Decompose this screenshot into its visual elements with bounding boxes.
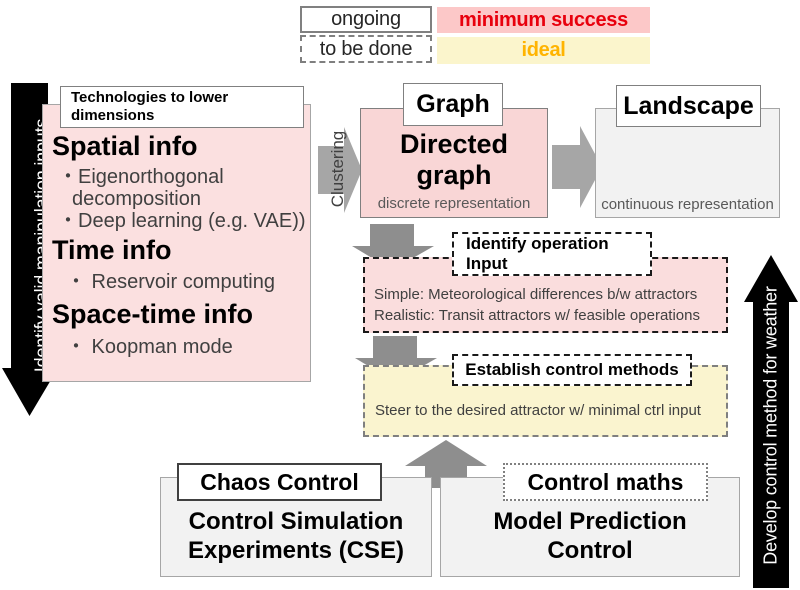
tech-bullet-spatial-2: ・Deep learning (e.g. VAE)) (58, 210, 306, 232)
tech-section-heading-spatial-label: Spatial info (52, 131, 198, 161)
tech-section-heading-time: Time info (52, 235, 172, 266)
legend-goal-minimum-success: minimum success (437, 7, 650, 33)
graph-panel-title-line1: Directed (399, 129, 509, 159)
tech-bullet-spatial-2-label: ・Deep learning (e.g. VAE)) (58, 210, 306, 232)
landscape-panel-caption: continuous representation (595, 196, 780, 213)
tech-section-heading-space-time-label: Space-time info (52, 299, 254, 329)
control-maths-panel-title-line2: Control (547, 536, 633, 564)
graph-panel-title: Directed graph (360, 129, 548, 191)
chaos-control-panel-cap-label: Chaos Control (200, 468, 359, 495)
legend-goal-minimum-success-label: minimum success (459, 8, 628, 31)
tech-bullet-spatial-1: decomposition (72, 188, 201, 210)
legend-status-ongoing: ongoing (300, 6, 432, 33)
chaos-control-panel-title-line1: Control Simulation (188, 508, 404, 535)
legend-goal-ideal-label: ideal (521, 39, 566, 61)
control-methods-panel-cap: Establish control methods (452, 354, 692, 386)
tech-bullet-space-time-0-label: ・ Koopman mode (66, 336, 233, 358)
tech-bullet-time-0: ・ Reservoir computing (66, 271, 275, 293)
landscape-panel-caption-label: continuous representation (601, 196, 774, 213)
clustering-arrow-label: Clustering (328, 119, 348, 219)
graph-panel-cap-label: Graph (416, 90, 490, 118)
operation-panel-line2: Realistic: Transit attractors w/ feasibl… (374, 307, 700, 325)
legend-goal-ideal: ideal (437, 37, 650, 64)
legend-status-to-be-done-label: to be done (319, 37, 413, 60)
operation-panel-cap-line2: Input (466, 254, 508, 273)
control-methods-panel-line1: Steer to the desired attractor w/ minima… (375, 402, 701, 419)
legend: ongoing to be done minimum success ideal (300, 6, 650, 64)
control-maths-panel-title: Model Prediction Control (440, 508, 740, 566)
tech-section-heading-spatial: Spatial info (52, 131, 198, 162)
tech-bullet-spatial-1-label: decomposition (72, 188, 201, 210)
chaos-control-panel-cap: Chaos Control (177, 463, 382, 501)
tech-bullet-spatial-0: ・Eigenorthogonal (58, 166, 224, 188)
diagram-canvas: ongoing to be done minimum success ideal… (0, 0, 800, 590)
technologies-panel-cap-label: Technologies to lower dimensions (71, 89, 229, 124)
tech-bullet-time-0-label: ・ Reservoir computing (66, 271, 275, 293)
graph-panel-caption-label: discrete representation (377, 195, 531, 212)
tech-section-heading-space-time: Space-time info (52, 299, 253, 330)
control-maths-panel-cap: Control maths (503, 463, 708, 501)
legend-status-to-be-done: to be done (300, 35, 432, 63)
legend-status-ongoing-label: ongoing (331, 8, 401, 30)
clustering-arrow-label-text: Clustering (328, 130, 347, 208)
develop-control-method-arrow-label: Develop control method for weather (760, 286, 781, 565)
operation-panel-line1: Simple: Meteorological differences b/w a… (374, 286, 698, 303)
tech-bullet-space-time-0: ・ Koopman mode (66, 336, 233, 358)
operation-panel-cap: Identify operation Input (452, 232, 652, 276)
develop-control-method-arrow: Develop control method for weather (744, 255, 798, 588)
landscape-panel-cap-label: Landscape (623, 91, 754, 120)
chaos-control-panel-title: Control Simulation Experiments (CSE) (160, 508, 432, 566)
landscape-panel-cap: Landscape (616, 85, 761, 127)
control-methods-panel-cap-label: Establish control methods (465, 360, 679, 379)
operation-panel-body: Simple: Meteorological differences b/w a… (374, 284, 724, 327)
control-methods-panel-body: Steer to the desired attractor w/ minima… (375, 402, 725, 419)
tech-section-heading-time-label: Time info (52, 235, 172, 265)
control-maths-panel-title-line1: Model Prediction (493, 508, 687, 535)
graph-panel-caption: discrete representation (360, 195, 548, 212)
tech-bullet-spatial-0-label: ・Eigenorthogonal (58, 166, 224, 188)
graph-panel-title-line2: graph (416, 159, 492, 190)
chaos-control-panel-title-line2: Experiments (CSE) (187, 536, 405, 564)
control-maths-panel-cap-label: Control maths (527, 468, 684, 495)
operation-panel-cap-line1: Identify operation (466, 233, 609, 253)
graph-panel-cap: Graph (403, 83, 503, 126)
technologies-panel-cap: Technologies to lower dimensions (60, 86, 304, 128)
